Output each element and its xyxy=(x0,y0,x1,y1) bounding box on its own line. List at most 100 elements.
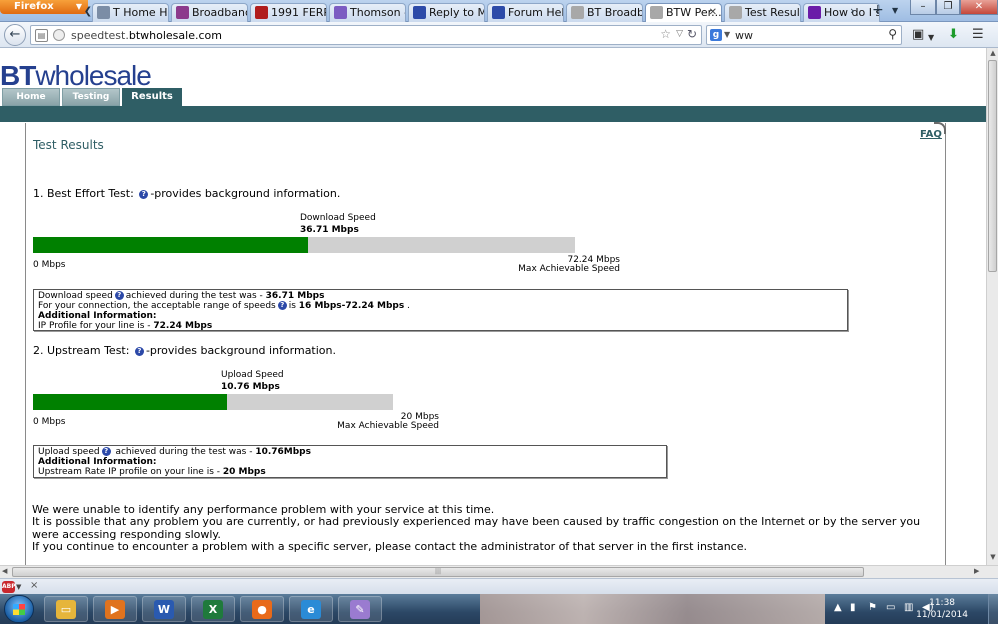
tab-label: 1991 FERRA... xyxy=(271,6,326,19)
vertical-scroll-thumb[interactable] xyxy=(988,60,997,272)
internet-explorer-icon: e xyxy=(301,600,321,619)
horizontal-scroll-thumb[interactable]: ||| xyxy=(12,567,864,577)
firefox-icon: ● xyxy=(252,600,272,619)
nav-tab-home[interactable]: Home xyxy=(2,88,60,106)
download-max-caption: Max Achievable Speed xyxy=(518,264,620,274)
addon-dropdown-icon[interactable]: ▼ xyxy=(928,30,934,46)
device-icon[interactable]: ▮ xyxy=(850,602,856,613)
new-tab-icon[interactable]: + xyxy=(872,2,884,18)
upstream-heading: 2. Upstream Test: ? -provides background … xyxy=(33,344,336,357)
close-addon-bar-icon[interactable]: × xyxy=(30,580,38,591)
browser-tab[interactable]: Broadband ... xyxy=(171,3,248,22)
tab-list-icon[interactable]: ▼ xyxy=(892,6,898,15)
browser-tab[interactable]: Test Result xyxy=(724,3,801,22)
scroll-down-icon[interactable]: ▼ xyxy=(988,553,998,561)
show-desktop-button[interactable] xyxy=(988,594,998,624)
minimize-button[interactable]: – xyxy=(910,0,936,15)
network-icon[interactable]: ▥ xyxy=(904,602,913,613)
help-icon[interactable]: ? xyxy=(134,347,144,356)
download-arrow-icon[interactable]: ⬇ xyxy=(948,27,959,43)
browser-tab[interactable]: BTW Per... ✕ xyxy=(645,3,722,23)
google-icon[interactable]: g xyxy=(710,29,722,41)
tab-label: Reply to Me... xyxy=(429,6,484,19)
browser-tab[interactable]: BT Broadba... xyxy=(566,3,643,22)
browser-tab[interactable]: T Home H... xyxy=(92,3,169,22)
search-engine-dropdown-icon[interactable]: ▼ xyxy=(724,30,730,39)
firefox-menu-label: Firefox xyxy=(14,1,54,12)
system-clock[interactable]: 11:38 11/01/2014 xyxy=(916,597,968,621)
additional-info-heading: Additional Information: xyxy=(38,457,157,467)
scroll-left-icon[interactable]: ◀ xyxy=(2,567,7,575)
clock-time: 11:38 xyxy=(929,598,956,608)
upload-min-label: 0 Mbps xyxy=(33,417,66,427)
help-icon[interactable]: ? xyxy=(101,447,111,456)
menu-icon[interactable]: ☰ xyxy=(972,27,984,43)
tab-label: Broadband ... xyxy=(192,6,248,19)
close-window-button[interactable]: ✕ xyxy=(960,0,998,15)
header-bar xyxy=(0,106,986,122)
tab-favicon-icon xyxy=(571,6,584,19)
bt-wholesale-logo: BTwholesale xyxy=(0,60,152,91)
taskbar-app-excel[interactable]: X xyxy=(191,596,235,622)
browser-tab[interactable]: 1991 FERRA... xyxy=(250,3,327,22)
tab-label: BT Broadba... xyxy=(587,6,642,19)
browser-tab[interactable]: Forum Help... xyxy=(487,3,564,22)
horizontal-scrollbar[interactable]: ◀ ||| ▶ xyxy=(0,565,998,578)
windows-taskbar: ▭ ▶ W X ● e ✎ ▲ ▮ ⚑ ▭ ▥ ◀) 11:38 11/01/2014 xyxy=(0,594,998,624)
faq-link[interactable]: FAQ xyxy=(920,129,942,140)
taskbar-app-explorer[interactable]: ▭ xyxy=(44,596,88,622)
reload-icon[interactable]: ↻ xyxy=(687,27,697,41)
scroll-right-icon[interactable]: ▶ xyxy=(974,567,979,575)
upload-speed-fill xyxy=(33,394,227,410)
tab-favicon-icon xyxy=(176,6,189,19)
contact-admin-message: If you continue to encounter a problem w… xyxy=(32,540,747,553)
url-bar[interactable]: ▤ speedtest.btwholesale.com ☆ ▽ ↻ xyxy=(30,25,702,45)
clock-date: 11/01/2014 xyxy=(916,610,968,620)
show-hidden-icons-icon[interactable]: ▲ xyxy=(834,602,842,613)
taskbar-app-media[interactable]: ▶ xyxy=(93,596,137,622)
tab-favicon-icon xyxy=(255,6,268,19)
display-icon[interactable]: ▭ xyxy=(886,602,895,613)
flag-icon[interactable]: ⚑ xyxy=(868,602,877,613)
addon-dropdown-icon[interactable]: ▼ xyxy=(16,583,21,591)
download-speed-fill xyxy=(33,237,308,253)
taskbar-app-paint[interactable]: ✎ xyxy=(338,596,382,622)
taskbar-app-word[interactable]: W xyxy=(142,596,186,622)
bookmark-star-icon[interactable]: ☆ xyxy=(660,27,671,41)
adblock-plus-icon[interactable]: ABP xyxy=(2,581,16,593)
start-button[interactable] xyxy=(4,595,34,623)
help-icon[interactable]: ? xyxy=(277,301,287,310)
taskbar-app-ie[interactable]: e xyxy=(289,596,333,622)
close-tab-icon[interactable]: ✕ xyxy=(709,4,717,21)
taskbar-app-firefox[interactable]: ● xyxy=(240,596,284,622)
browser-tab[interactable]: How do I sa... xyxy=(803,3,880,22)
best-effort-heading: 1. Best Effort Test: ? -provides backgrou… xyxy=(33,187,341,200)
tab-scroll-right-icon[interactable]: › xyxy=(850,4,854,17)
nav-tab-testing[interactable]: Testing xyxy=(62,88,120,106)
back-button[interactable]: ← xyxy=(4,24,26,46)
media-player-icon: ▶ xyxy=(105,600,125,619)
upload-info-box: Upload speed? achieved during the test w… xyxy=(33,445,667,478)
search-bar[interactable]: g ▼ ww ⚲ xyxy=(706,25,902,45)
help-icon[interactable]: ? xyxy=(139,190,149,199)
help-icon[interactable]: ? xyxy=(114,291,124,300)
tab-favicon-icon xyxy=(334,6,347,19)
search-icon[interactable]: ⚲ xyxy=(888,27,897,41)
tab-favicon-icon xyxy=(808,6,821,19)
history-dropdown-icon[interactable]: ▽ xyxy=(676,29,683,39)
url-text: speedtest.btwholesale.com xyxy=(71,29,222,42)
screenshot-addon-icon[interactable]: ▣ xyxy=(912,27,924,43)
download-range-line: For your connection, the acceptable rang… xyxy=(38,301,410,311)
page-identity-icon[interactable]: ▤ xyxy=(35,29,48,42)
maximize-button[interactable]: ❐ xyxy=(936,0,960,15)
browser-tab[interactable]: Thomson - ... xyxy=(329,3,406,22)
firefox-menu-button[interactable]: Firefox ▼ xyxy=(0,0,88,14)
upload-info-line: Upload speed? achieved during the test w… xyxy=(38,447,311,457)
vertical-scrollbar[interactable]: ▲ ▼ xyxy=(986,48,998,565)
download-min-label: 0 Mbps xyxy=(33,260,66,270)
nav-tab-results[interactable]: Results xyxy=(122,88,182,106)
tab-label: T Home H... xyxy=(113,6,168,19)
scroll-up-icon[interactable]: ▲ xyxy=(988,49,998,57)
browser-tab[interactable]: Reply to Me... xyxy=(408,3,485,22)
search-input[interactable]: ww xyxy=(735,29,753,42)
